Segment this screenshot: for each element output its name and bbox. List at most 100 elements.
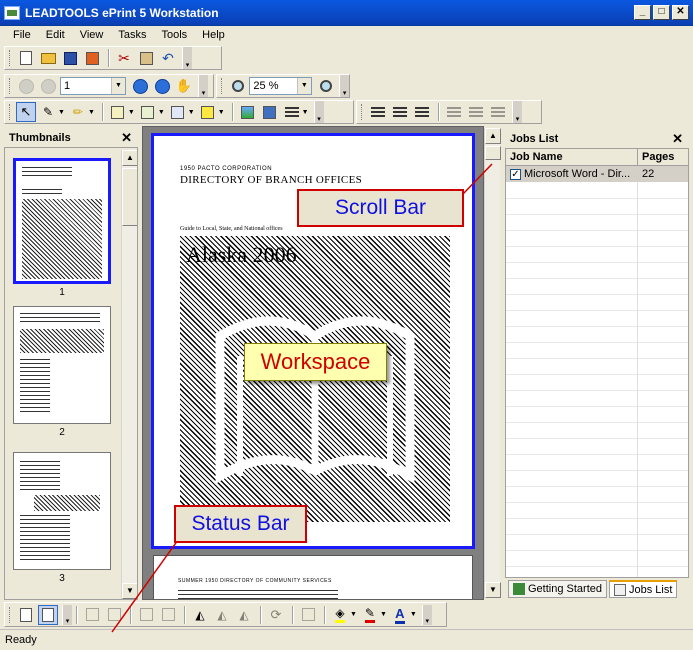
scroll-up-icon[interactable]: ▲	[485, 128, 501, 144]
column-header-pages[interactable]: Pages	[638, 149, 688, 165]
toolbar-overflow[interactable]: ▾	[313, 101, 324, 123]
pan-button[interactable]: ✋	[174, 76, 194, 96]
text-tool-2-button[interactable]	[466, 102, 486, 122]
open-button[interactable]	[38, 48, 58, 68]
undo-button[interactable]: ↶	[158, 48, 178, 68]
toolbar-overflow[interactable]: ▾	[339, 75, 349, 97]
menu-view[interactable]: View	[73, 29, 112, 41]
chevron-down-icon[interactable]: ▼	[58, 109, 65, 116]
document-page-2[interactable]: SUMMER 1950 DIRECTORY OF COMMUNITY SERVI…	[153, 555, 473, 599]
align-center-button[interactable]	[390, 102, 410, 122]
thumbnails-scrollbar[interactable]: ▲ ▼	[121, 150, 137, 599]
toolbar-overflow[interactable]: ▾	[421, 604, 432, 625]
rotate-left-button[interactable]: ◭	[212, 605, 232, 625]
zoom-in-button[interactable]	[316, 76, 335, 96]
tab-jobs-list[interactable]: Jobs List	[609, 580, 678, 598]
chevron-down-icon[interactable]: ▼	[128, 109, 135, 116]
new-button[interactable]	[16, 48, 36, 68]
chevron-down-icon[interactable]: ▼	[88, 109, 95, 116]
maximize-button[interactable]: □	[653, 5, 670, 20]
chevron-down-icon[interactable]: ▼	[111, 78, 125, 94]
flip-button[interactable]: ◭	[190, 605, 210, 625]
chevron-down-icon[interactable]: ▼	[188, 109, 195, 116]
menu-help[interactable]: Help	[195, 29, 233, 41]
toolbar-overflow[interactable]: ▾	[512, 101, 522, 123]
align-left-button[interactable]	[368, 102, 388, 122]
workspace-scrollbar[interactable]: ▲ ▼	[484, 128, 501, 598]
toolbar-grip[interactable]	[9, 104, 12, 120]
toolbar-grip[interactable]	[9, 50, 12, 66]
text-tool-3-button[interactable]	[488, 102, 508, 122]
next-page-button[interactable]	[130, 76, 150, 96]
copy-page-button[interactable]	[136, 605, 156, 625]
scroll-thumb[interactable]	[122, 168, 137, 226]
toolbar-grip[interactable]	[9, 78, 12, 94]
job-checkbox[interactable]: ✓	[510, 168, 521, 180]
select-tool-button[interactable]: ↖	[16, 102, 36, 122]
toolbar-grip[interactable]	[221, 78, 224, 94]
tab-getting-started[interactable]: Getting Started	[508, 580, 607, 598]
scroll-thumb[interactable]	[485, 146, 501, 160]
select-area-button[interactable]	[104, 605, 124, 625]
scroll-down-icon[interactable]: ▼	[122, 583, 137, 599]
menu-tasks[interactable]: Tasks	[111, 29, 154, 41]
toolbar-grip[interactable]	[9, 606, 12, 623]
toolbar-overflow[interactable]: ▾	[182, 47, 192, 69]
fill-button[interactable]	[260, 102, 280, 122]
toolbar-overflow[interactable]: ▾	[198, 75, 208, 97]
line-style-button[interactable]	[282, 102, 302, 122]
thumbnail-page-1[interactable]: 1	[13, 158, 111, 298]
chevron-down-icon[interactable]: ▼	[302, 109, 309, 116]
scroll-up-icon[interactable]: ▲	[122, 150, 137, 166]
scroll-down-icon[interactable]: ▼	[485, 582, 501, 598]
cut-button[interactable]: ✂	[114, 48, 134, 68]
align-right-button[interactable]	[412, 102, 432, 122]
chevron-down-icon[interactable]: ▼	[410, 611, 417, 618]
markup-button[interactable]	[168, 102, 188, 122]
previous-page-button[interactable]	[38, 76, 58, 96]
single-page-view-button[interactable]	[16, 605, 36, 625]
minimize-button[interactable]: _	[634, 5, 651, 20]
note-button[interactable]	[138, 102, 158, 122]
toolbar-overflow[interactable]: ▾	[62, 604, 72, 625]
paste-button[interactable]	[136, 48, 156, 68]
last-page-button[interactable]	[152, 76, 172, 96]
refresh-button[interactable]: ⟳	[266, 605, 286, 625]
thumbnail-page-3[interactable]: 3	[13, 452, 111, 584]
close-icon[interactable]: ✕	[121, 130, 132, 146]
rotate-right-button[interactable]: ◭	[234, 605, 254, 625]
line-color-button[interactable]: ✎	[360, 605, 380, 625]
pen-tool-button[interactable]: ✎	[38, 102, 58, 122]
chevron-down-icon[interactable]: ▼	[296, 78, 311, 94]
chevron-down-icon[interactable]: ▼	[218, 109, 225, 116]
zoom-out-button[interactable]	[228, 76, 247, 96]
duplicate-page-button[interactable]	[158, 605, 178, 625]
font-color-button[interactable]: A	[390, 605, 410, 625]
first-page-button[interactable]	[16, 76, 36, 96]
fill-color-button[interactable]: ◈	[330, 605, 350, 625]
chevron-down-icon[interactable]: ▼	[380, 611, 387, 618]
menu-edit[interactable]: Edit	[39, 29, 73, 41]
highlighter-button[interactable]: ✏	[68, 102, 88, 122]
close-icon[interactable]: ✕	[672, 131, 683, 147]
export-button[interactable]	[82, 48, 102, 68]
two-page-view-button[interactable]	[38, 604, 58, 625]
save-button[interactable]	[60, 48, 80, 68]
close-button[interactable]: ✕	[672, 5, 689, 20]
text-box-button[interactable]	[298, 605, 318, 625]
crop-button[interactable]	[82, 605, 102, 625]
sticky-note-button[interactable]	[198, 102, 218, 122]
column-header-job-name[interactable]: Job Name	[506, 149, 638, 165]
page-number-combo[interactable]: 1 ▼	[60, 77, 126, 95]
toolbar-grip[interactable]	[361, 104, 364, 120]
table-row[interactable]: ✓ Microsoft Word - Dir... 22	[506, 166, 688, 182]
stamp-button[interactable]	[108, 102, 128, 122]
menu-tools[interactable]: Tools	[154, 29, 195, 41]
zoom-combo[interactable]: 25 % ▼	[249, 77, 312, 95]
chevron-down-icon[interactable]: ▼	[158, 109, 165, 116]
image-button[interactable]	[238, 102, 258, 122]
thumbnail-page-2[interactable]: 2	[13, 306, 111, 438]
menu-file[interactable]: File	[6, 29, 39, 41]
text-tool-1-button[interactable]	[444, 102, 464, 122]
chevron-down-icon[interactable]: ▼	[350, 611, 357, 618]
